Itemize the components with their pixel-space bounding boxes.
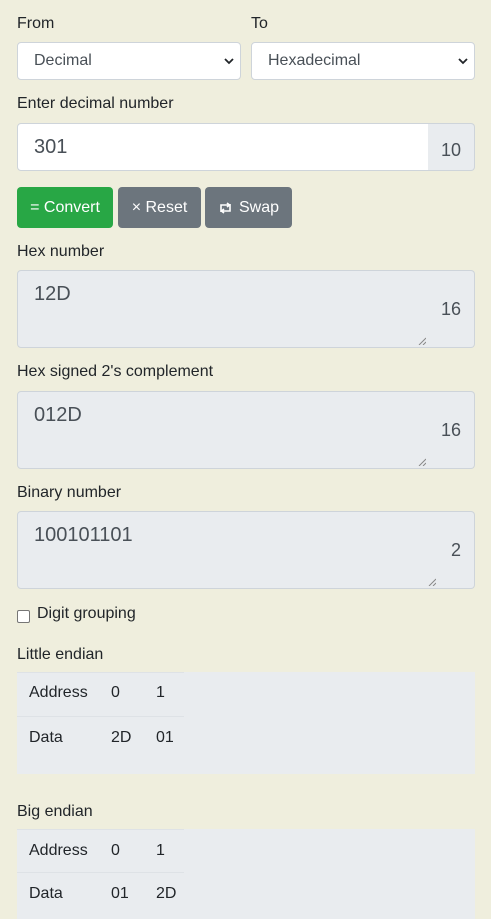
digit-grouping-label: Digit grouping	[37, 605, 136, 622]
swap-button[interactable]: Swap	[205, 187, 292, 228]
data-cell: 2D	[111, 729, 132, 746]
convert-button[interactable]: = Convert	[17, 187, 113, 228]
table-row: Address 0 1	[17, 829, 184, 873]
big-endian-title: Big endian	[17, 803, 93, 820]
table-top-border	[17, 672, 184, 673]
address-cell: 1	[156, 842, 165, 859]
decimal-input[interactable]: 301	[17, 123, 429, 171]
data-cell: 2D	[156, 885, 177, 902]
chevron-down-icon	[224, 43, 234, 79]
twos-output-label: Hex signed 2's complement	[17, 363, 214, 380]
twos-output-value: 012D	[34, 404, 82, 426]
binary-output-value: 100101101	[34, 524, 133, 546]
from-select-value: Decimal	[34, 52, 92, 69]
swap-button-label: Swap	[238, 198, 280, 216]
little-endian-panel: Address 0 1 Data 2D 01	[17, 672, 475, 774]
little-endian-title: Little endian	[17, 646, 104, 663]
table-row: Data 01 2D	[17, 872, 184, 916]
decimal-input-label: Enter decimal number	[17, 95, 174, 112]
address-label: Address	[29, 684, 88, 701]
reset-button[interactable]: × Reset	[118, 187, 201, 228]
address-cell: 1	[156, 684, 165, 701]
address-cell: 0	[111, 684, 120, 701]
twos-base-addon: 16	[428, 391, 475, 469]
twos-output[interactable]: 012D	[17, 391, 429, 469]
chevron-down-icon	[458, 43, 468, 79]
binary-output[interactable]: 100101101	[17, 511, 439, 589]
hex-output-value: 12D	[34, 283, 71, 305]
binary-output-label: Binary number	[17, 484, 122, 501]
hex-base-addon: 16	[428, 270, 475, 348]
decimal-base-addon: 10	[428, 123, 475, 171]
data-cell: 01	[156, 729, 174, 746]
resize-handle-icon[interactable]	[418, 337, 426, 345]
address-cell: 0	[111, 842, 120, 859]
resize-handle-icon[interactable]	[418, 458, 426, 466]
data-cell: 01	[111, 885, 129, 902]
data-label: Data	[29, 729, 63, 746]
to-select-value: Hexadecimal	[268, 52, 361, 69]
address-label: Address	[29, 842, 88, 859]
from-label: From	[17, 15, 55, 32]
big-endian-panel: Address 0 1 Data 01 2D	[17, 829, 475, 919]
table-row: Data 2D 01	[17, 716, 184, 760]
table-row: Address 0 1	[17, 672, 184, 716]
data-label: Data	[29, 885, 63, 902]
digit-grouping-checkbox[interactable]	[17, 610, 30, 623]
binary-base-addon: 2	[438, 511, 475, 589]
swap-icon	[218, 201, 233, 214]
hex-output[interactable]: 12D	[17, 270, 429, 348]
resize-handle-icon[interactable]	[428, 578, 436, 586]
to-select[interactable]: Hexadecimal	[251, 42, 475, 80]
from-select[interactable]: Decimal	[17, 42, 241, 80]
hex-output-label: Hex number	[17, 243, 105, 260]
to-label: To	[251, 15, 268, 32]
